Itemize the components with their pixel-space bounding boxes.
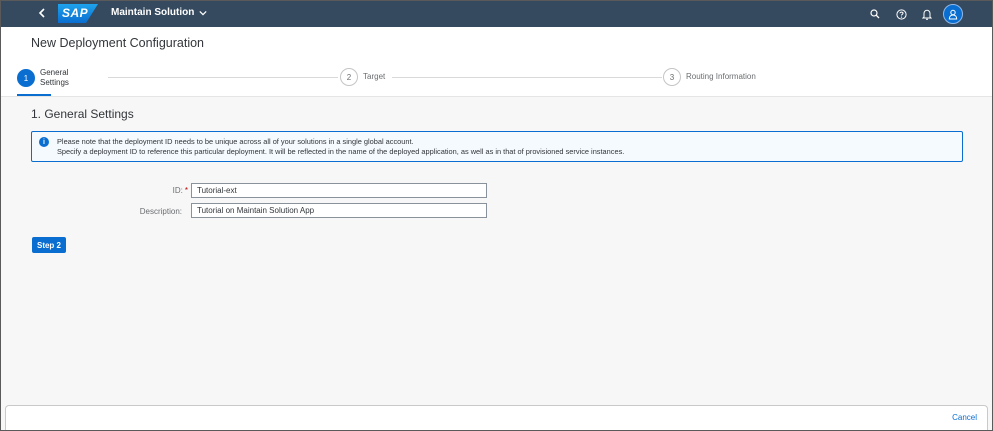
- wizard-line-1: [108, 77, 338, 78]
- page-title: New Deployment Configuration: [31, 36, 205, 50]
- page-header: New Deployment Configuration 1 General S…: [0, 27, 993, 97]
- sap-logo[interactable]: SAP: [58, 4, 98, 23]
- help-button[interactable]: [891, 4, 911, 24]
- chevron-left-icon: [38, 8, 45, 18]
- step-label: Routing Information: [686, 72, 756, 81]
- back-button[interactable]: [34, 5, 50, 21]
- app-title-menu[interactable]: Maintain Solution: [111, 7, 207, 18]
- help-icon: [895, 8, 907, 20]
- wizard-line-2: [392, 77, 662, 78]
- section-title: 1. General Settings: [31, 107, 134, 121]
- notifications-button[interactable]: [917, 4, 937, 24]
- wizard-step-target[interactable]: 2 Target: [340, 68, 385, 86]
- wizard-step-general-settings[interactable]: 1 General Settings: [17, 68, 80, 88]
- user-icon: [948, 9, 958, 19]
- description-label: Description:: [139, 207, 182, 216]
- search-button[interactable]: [865, 4, 885, 24]
- step-2-button[interactable]: Step 2: [32, 237, 66, 253]
- step-label: Target: [363, 72, 386, 81]
- info-message-strip: i Please note that the deployment ID nee…: [31, 131, 963, 162]
- cancel-button[interactable]: Cancel: [952, 413, 977, 422]
- id-label: ID:: [172, 186, 183, 195]
- user-avatar[interactable]: [943, 4, 963, 24]
- wizard-step-routing-information[interactable]: 3 Routing Information: [663, 68, 756, 86]
- chevron-down-icon: [199, 10, 207, 15]
- info-text: Please note that the deployment ID needs…: [57, 137, 624, 157]
- step-number: 1: [17, 69, 35, 87]
- step-label: General Settings: [40, 68, 69, 87]
- bell-icon: [922, 9, 932, 20]
- footer-toolbar: Cancel: [5, 405, 988, 431]
- id-label-group: ID: *: [120, 186, 188, 195]
- description-input[interactable]: Tutorial on Maintain Solution App: [191, 203, 487, 218]
- info-icon: i: [39, 137, 49, 147]
- app-title: Maintain Solution: [111, 7, 195, 18]
- search-icon: [870, 9, 880, 19]
- shell-actions: [859, 4, 963, 24]
- deployment-id-input[interactable]: Tutorial-ext: [191, 183, 487, 198]
- step-number: 3: [663, 68, 681, 86]
- required-marker: *: [184, 186, 188, 195]
- info-line-2: Specify a deployment ID to reference thi…: [57, 147, 625, 156]
- shell-bar: SAP Maintain Solution: [0, 0, 993, 27]
- active-step-indicator: [17, 94, 51, 96]
- info-line-1: Please note that the deployment ID needs…: [57, 137, 414, 146]
- step-number: 2: [340, 68, 358, 86]
